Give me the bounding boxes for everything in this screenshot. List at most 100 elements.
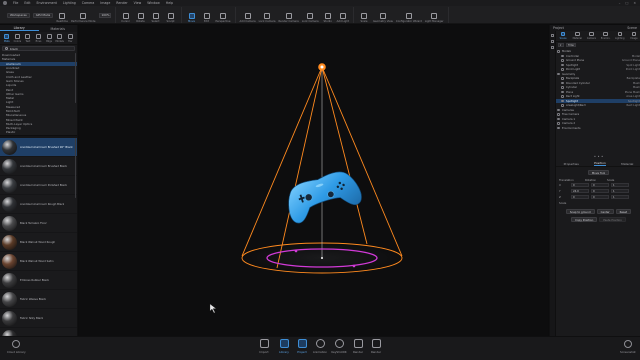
rotate-button[interactable]: Rotate [135, 8, 147, 23]
maximize-button[interactable]: □ [625, 1, 628, 5]
category-textures[interactable]: Text [23, 33, 33, 43]
tab-environment[interactable]: Environ. [599, 31, 613, 41]
category-materials[interactable]: Mats [2, 33, 12, 43]
visibility-checkbox[interactable] [561, 104, 564, 107]
scale-x-input[interactable]: 1 [611, 182, 629, 188]
visibility-checkbox[interactable] [557, 50, 560, 53]
menu-image[interactable]: Image [100, 1, 110, 5]
material-item[interactable]: Black Walnut Wood Satin [0, 252, 77, 271]
visibility-checkbox[interactable] [561, 54, 564, 57]
scale-y-input[interactable]: 1 [611, 188, 629, 194]
collapse-icon[interactable] [551, 46, 554, 49]
material-item[interactable]: Emboss Rubber Black [0, 271, 77, 290]
visibility-checkbox[interactable] [561, 59, 564, 62]
material-list-scrollbar[interactable] [74, 138, 76, 198]
paste-position-button[interactable]: Paste Position [599, 217, 626, 222]
visibility-checkbox[interactable] [561, 99, 564, 102]
dock-render-2[interactable]: Render [368, 339, 384, 354]
tab-camera[interactable]: Camera [584, 31, 598, 41]
visibility-checkbox[interactable] [561, 95, 564, 98]
visibility-checkbox[interactable] [557, 113, 560, 116]
category-environments[interactable]: Envs [34, 33, 44, 43]
gpu-mode-dropdown[interactable]: GPU Mode [32, 12, 54, 18]
center-button[interactable]: Center [596, 209, 614, 214]
material-item[interactable]: Black Terrazzo Floor [0, 214, 77, 233]
visibility-checkbox[interactable] [561, 63, 564, 66]
dock-library[interactable]: Library [276, 339, 292, 354]
select-button[interactable]: Select [150, 8, 162, 23]
filter-button[interactable]: Filter [566, 43, 577, 47]
visibility-checkbox[interactable] [557, 126, 560, 129]
minimize-button[interactable]: – [619, 1, 621, 5]
menu-render[interactable]: Render [116, 1, 127, 5]
expand-icon[interactable] [551, 40, 554, 43]
menu-window[interactable]: Window [147, 1, 160, 5]
dock-import[interactable]: Import [256, 339, 272, 354]
studio-button[interactable]: Studio [322, 8, 334, 23]
tab-materials[interactable]: Materials [39, 27, 78, 31]
tab-position[interactable]: Position [594, 161, 606, 166]
geometry-view-button[interactable]: Geometry View [373, 8, 393, 23]
render-camera-button[interactable]: Render Camera [278, 8, 299, 23]
translation-z-input[interactable]: 0 [571, 194, 589, 200]
menu-file[interactable]: File [13, 1, 18, 5]
material-item[interactable]: Anodized Aluminum Rough Black [0, 195, 77, 214]
lock-camera-button[interactable]: Lock Camera [259, 8, 275, 23]
scale-button[interactable]: Scale [358, 8, 370, 23]
light-manager-button[interactable]: Light Manager [425, 8, 444, 23]
visibility-checkbox[interactable] [557, 122, 560, 125]
lock-camera-2-button[interactable]: Lock Camera [302, 8, 319, 23]
tab-lighting[interactable]: Lighting [613, 31, 627, 41]
scene-tree-row[interactable]: Environments [556, 126, 640, 131]
realtime-toggle[interactable]: Realtime [56, 8, 68, 23]
material-item[interactable]: Fabric Weave Black [0, 290, 77, 309]
scale-z-input[interactable]: 1 [611, 194, 629, 200]
tab-scene[interactable]: Scene [556, 31, 570, 41]
workspace-dropdown[interactable]: Workspaces [7, 12, 30, 18]
tab-image[interactable]: Image [627, 31, 640, 41]
translation-x-input[interactable]: 0 [571, 182, 589, 188]
ring-handle[interactable] [294, 249, 298, 253]
library-search-input[interactable]: black [2, 46, 75, 51]
material-item[interactable]: Fabric Silky Black [0, 309, 77, 328]
menu-camera[interactable]: Camera [82, 1, 95, 5]
game-controller-model[interactable] [282, 167, 364, 225]
tab-material-props[interactable]: Material [621, 162, 633, 166]
move-button[interactable]: Move [186, 8, 198, 23]
menu-environment[interactable]: Environment [37, 1, 57, 5]
category-models[interactable]: Models [55, 33, 65, 43]
close-button[interactable]: × [633, 1, 636, 5]
zoom-field[interactable]: 100% [98, 12, 111, 18]
filter-menu-button[interactable]: ▾ [558, 43, 564, 47]
visibility-checkbox[interactable] [561, 68, 564, 71]
tab-library[interactable]: Library [0, 26, 39, 31]
visibility-checkbox[interactable] [557, 72, 560, 75]
visibility-checkbox[interactable] [561, 77, 564, 80]
material-item[interactable]: Anodized Aluminum Polished Black [0, 176, 77, 195]
rotation-y-input[interactable]: 0 [591, 188, 609, 194]
pin-icon[interactable] [551, 34, 554, 37]
add-light-button[interactable]: Add Light [337, 8, 349, 23]
reset-button[interactable]: Reset [615, 209, 632, 214]
visibility-checkbox[interactable] [557, 108, 560, 111]
menu-lighting[interactable]: Lighting [63, 1, 76, 5]
menu-help[interactable]: Help [166, 1, 173, 5]
panel-splitter[interactable]: • • • [556, 151, 640, 161]
material-item[interactable]: Anodized Aluminum Brushed Black [0, 157, 77, 176]
dock-project[interactable]: Project [294, 339, 310, 354]
visibility-checkbox[interactable] [561, 81, 564, 84]
visibility-checkbox[interactable] [557, 117, 560, 120]
rotation-x-input[interactable]: 0 [591, 182, 609, 188]
material-item[interactable]: Anodized Aluminum Brushed 90° Black [0, 138, 77, 157]
dock-animation[interactable]: Animation [312, 339, 328, 354]
visibility-checkbox[interactable] [561, 90, 564, 93]
dock-keyshotxr[interactable]: KeyShotXR [331, 339, 347, 354]
dock-render[interactable]: Render [350, 339, 366, 354]
sculpt-button[interactable]: Sculpt [165, 8, 177, 23]
edit-button[interactable]: Edit [201, 8, 213, 23]
ring-handle[interactable] [352, 264, 356, 268]
category-backplates[interactable]: Bkgs [44, 33, 54, 43]
render-viewport[interactable] [79, 25, 548, 336]
move-tool-button[interactable]: Move Tool [587, 170, 610, 175]
configurator-wizard-button[interactable]: Configurator Wizard [396, 8, 422, 23]
